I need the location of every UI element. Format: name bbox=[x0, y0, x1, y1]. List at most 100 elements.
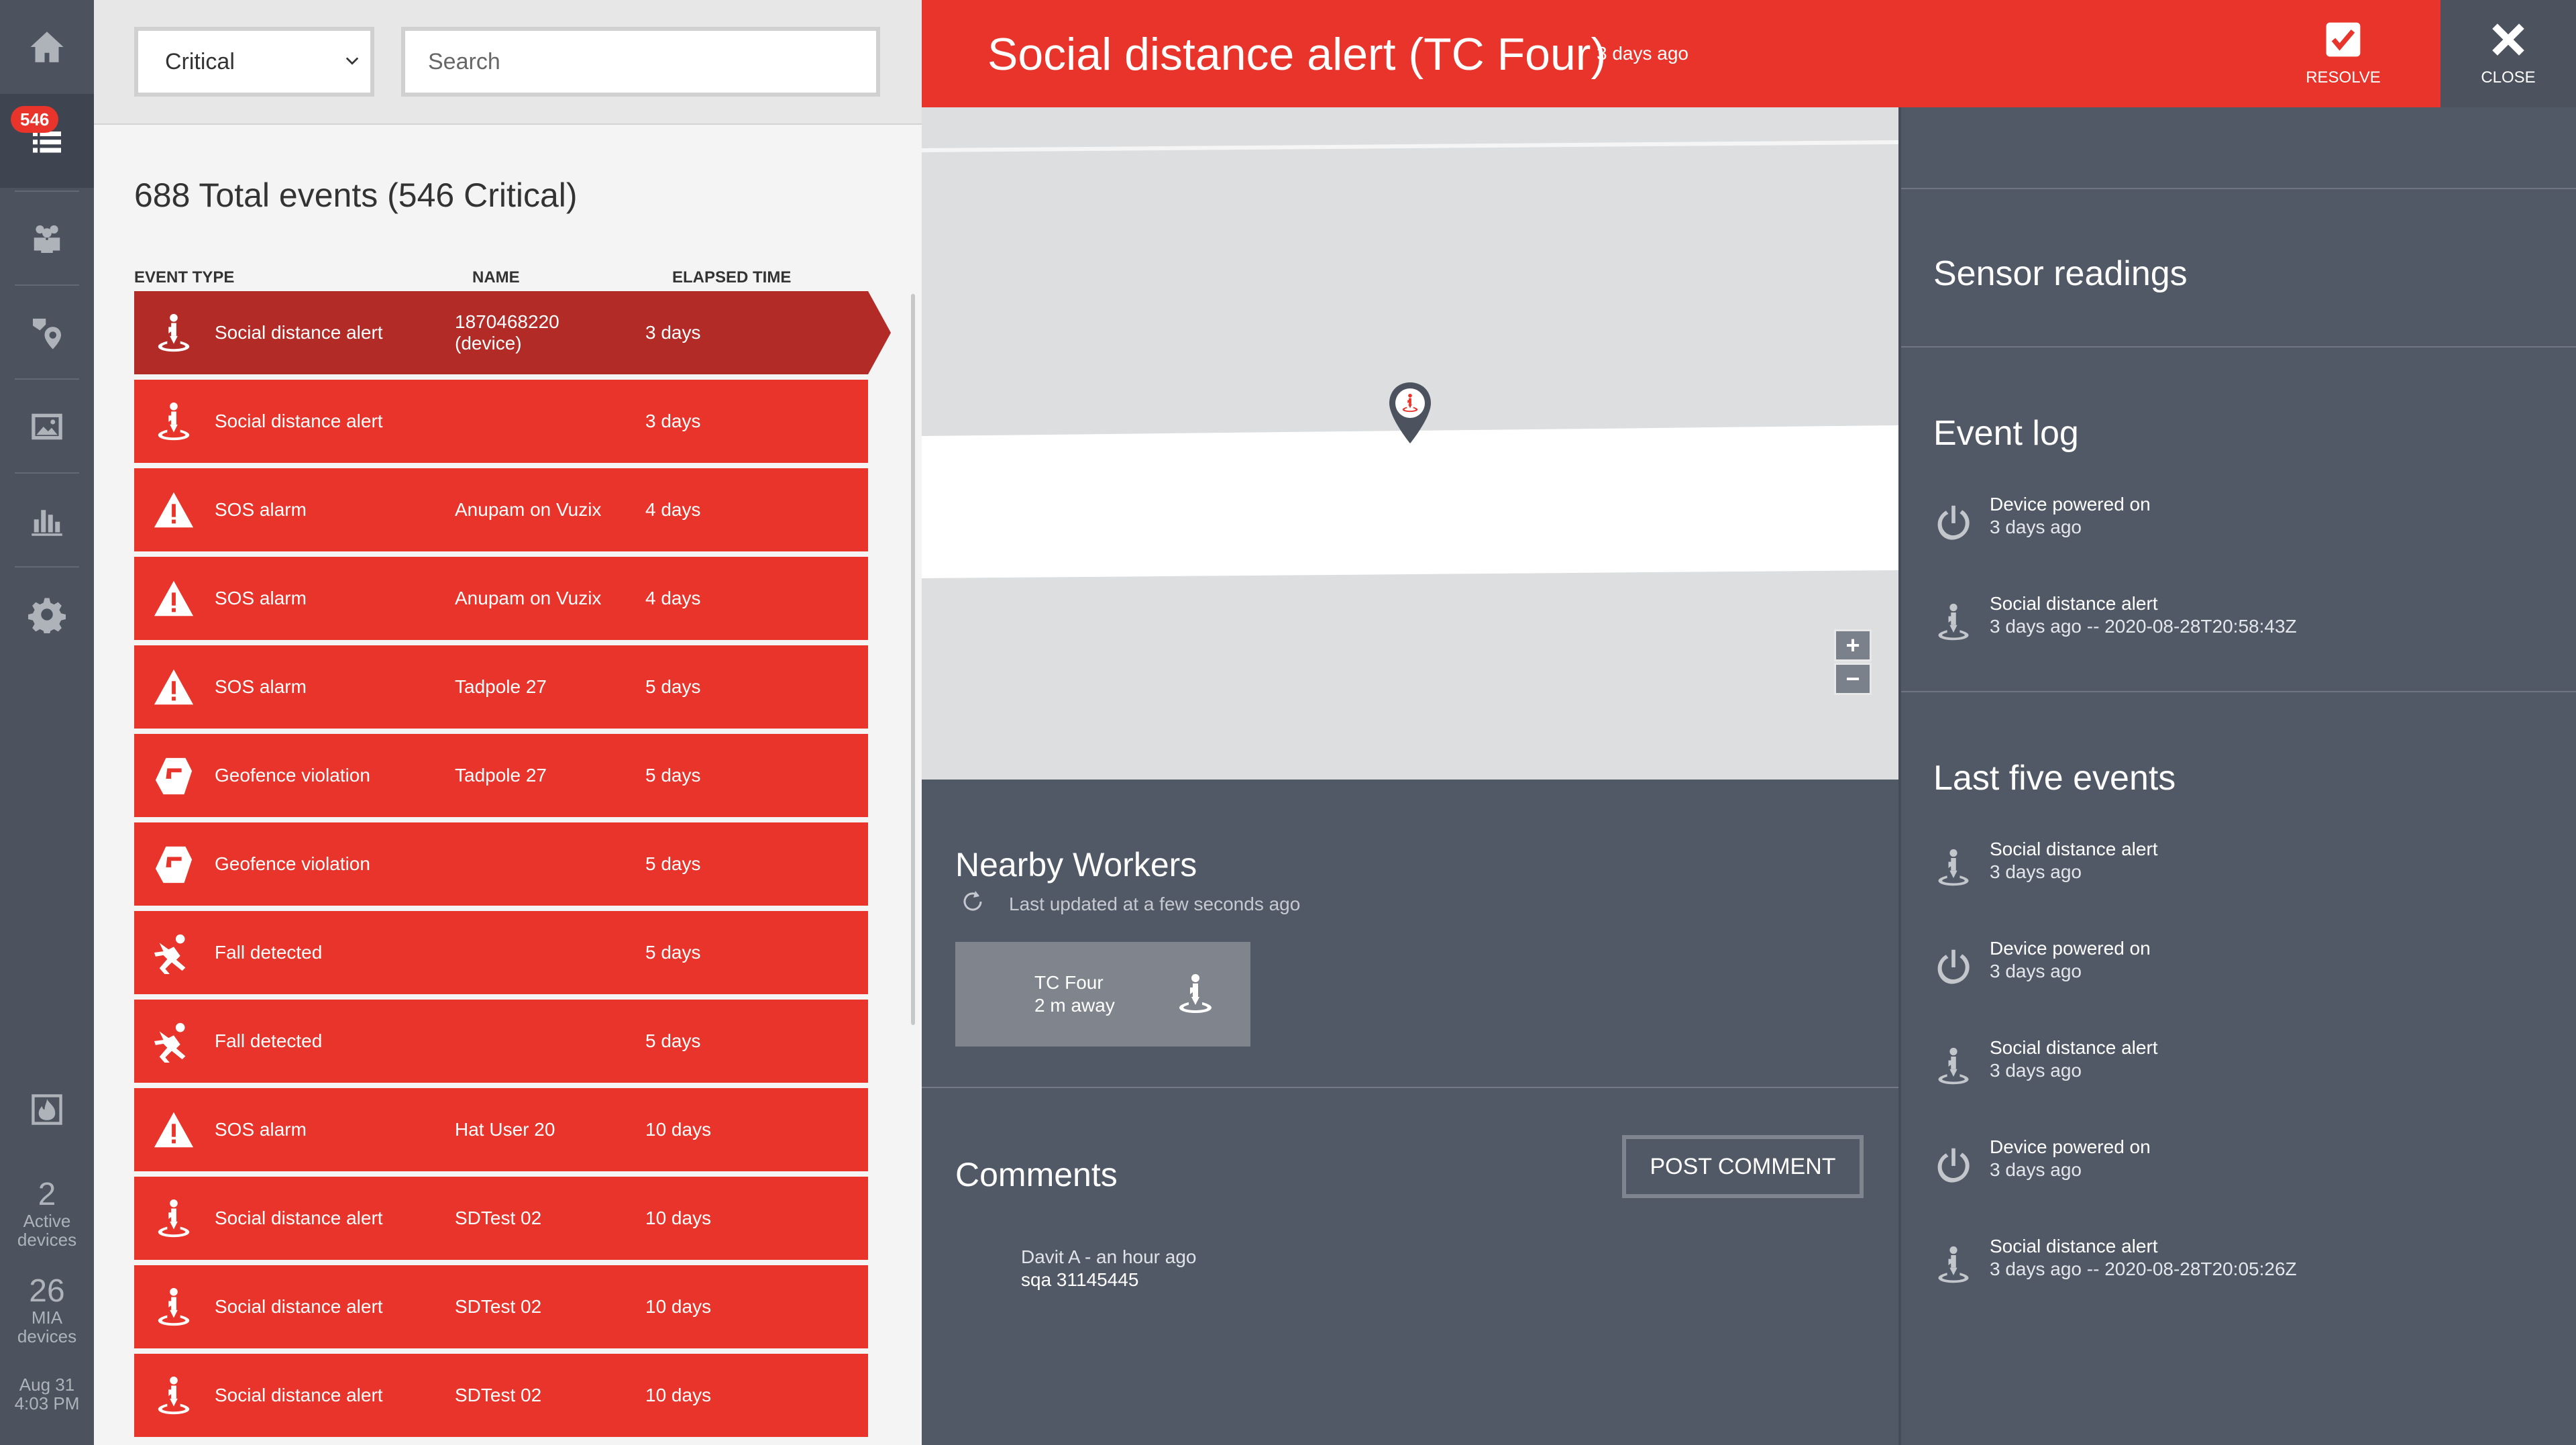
media-nav-button[interactable] bbox=[0, 380, 94, 474]
event-row[interactable]: SOS alarm Anupam on Vuzix 4 days bbox=[134, 468, 868, 551]
comments-section: Comments POST COMMENT Davit A - an hour … bbox=[922, 1088, 1898, 1445]
log-item-title: Device powered on bbox=[1990, 494, 2151, 515]
nearby-worker-info: TC Four 2 m away bbox=[1034, 971, 1115, 1017]
event-row[interactable]: Fall detected 5 days bbox=[134, 1000, 868, 1083]
event-elapsed: 5 days bbox=[645, 765, 701, 786]
event-row[interactable]: Social distance alert 3 days bbox=[134, 380, 868, 463]
comment-text: sqa 31145445 bbox=[1021, 1269, 1139, 1290]
event-type: SOS alarm bbox=[215, 588, 307, 608]
geofence-icon bbox=[153, 755, 195, 797]
post-comment-button[interactable]: POST COMMENT bbox=[1622, 1135, 1864, 1198]
event-elapsed: 3 days bbox=[645, 322, 701, 343]
log-item: Social distance alert 3 days ago -- 2020-… bbox=[1933, 1236, 2564, 1289]
event-row[interactable]: Social distance alert 1870468220 (device)… bbox=[134, 291, 891, 374]
clock: Aug 31 4:03 PM bbox=[0, 1375, 94, 1413]
events-count-badge: 546 bbox=[11, 106, 59, 133]
geofence-nav-button[interactable] bbox=[0, 286, 94, 380]
details-sidebar: Sensor readings Event log Device powered… bbox=[1898, 107, 2576, 1445]
close-button[interactable]: CLOSE bbox=[2440, 0, 2576, 107]
nearby-worker-name: TC Four bbox=[1034, 972, 1104, 993]
social-distance-icon bbox=[153, 1375, 195, 1417]
gear-icon bbox=[28, 598, 66, 633]
nearby-workers-section: Nearby Workers Last updated at a few sec… bbox=[922, 780, 1898, 1088]
nearby-worker-card[interactable]: TC Four 2 m away bbox=[955, 942, 1250, 1047]
log-item-title: Social distance alert bbox=[1990, 1236, 2158, 1256]
log-item: Device powered on 3 days ago bbox=[1933, 494, 2564, 547]
settings-nav-button[interactable] bbox=[0, 568, 94, 661]
event-elapsed: 3 days bbox=[645, 411, 701, 431]
social-distance-icon bbox=[1933, 848, 1974, 888]
events-scrollbar[interactable] bbox=[911, 294, 915, 1025]
home-nav-button[interactable] bbox=[0, 0, 94, 94]
log-item-time: 3 days ago bbox=[1990, 517, 2082, 537]
column-header-elapsed: ELAPSED TIME bbox=[672, 268, 792, 286]
events-total-heading: 688 Total events (546 Critical) bbox=[134, 176, 578, 214]
event-row[interactable]: SOS alarm Hat User 20 10 days bbox=[134, 1088, 868, 1171]
social-distance-icon bbox=[1933, 1047, 1974, 1087]
active-devices-stat[interactable]: 2 Active devices bbox=[0, 1178, 94, 1250]
fire-icon bbox=[32, 1094, 62, 1125]
fire-alert-button[interactable] bbox=[0, 1063, 94, 1157]
power-icon bbox=[1933, 1146, 1974, 1186]
warning-icon bbox=[153, 667, 195, 708]
event-map[interactable]: + − bbox=[922, 107, 1898, 780]
event-row[interactable]: Social distance alert SDTest 02 10 days bbox=[134, 1265, 868, 1348]
event-type: Social distance alert bbox=[215, 322, 383, 343]
fall-icon bbox=[153, 1021, 195, 1063]
resolve-label: RESOLVE bbox=[2306, 68, 2381, 87]
close-icon bbox=[2492, 23, 2524, 56]
event-row[interactable]: Social distance alert SDTest 02 10 days bbox=[134, 1177, 868, 1260]
event-elapsed: 10 days bbox=[645, 1296, 712, 1317]
location-marker-icon[interactable] bbox=[1387, 381, 1434, 445]
events-list: Social distance alert 1870468220 (device)… bbox=[134, 291, 891, 1442]
log-item-time: 3 days ago bbox=[1990, 1159, 2082, 1180]
sensor-readings-title: Sensor readings bbox=[1933, 254, 2188, 293]
alert-header: Social distance alert (TC Four) 3 days a… bbox=[922, 0, 2576, 107]
severity-select[interactable]: Critical bbox=[134, 27, 374, 97]
event-row[interactable]: Geofence violation 5 days bbox=[134, 822, 868, 906]
left-nav-rail: 546 2 Active devices 26 MIA devices Aug … bbox=[0, 0, 94, 1445]
event-type: Social distance alert bbox=[215, 1385, 383, 1405]
event-row[interactable]: Fall detected 5 days bbox=[134, 911, 868, 994]
workers-nav-button[interactable] bbox=[0, 192, 94, 286]
location-tag-icon bbox=[33, 319, 61, 350]
column-header-name: NAME bbox=[472, 268, 520, 286]
mia-devices-count: 26 bbox=[29, 1273, 65, 1309]
mia-devices-stat[interactable]: 26 MIA devices bbox=[0, 1275, 94, 1346]
checkbox-checked-icon bbox=[2326, 22, 2361, 57]
log-item: Social distance alert 3 days ago bbox=[1933, 1037, 2564, 1091]
event-type: Social distance alert bbox=[215, 1208, 383, 1228]
event-elapsed: 10 days bbox=[645, 1385, 712, 1405]
event-elapsed: 4 days bbox=[645, 588, 701, 608]
nearby-last-updated: Last updated at a few seconds ago bbox=[1009, 894, 1301, 914]
geofence-icon bbox=[153, 844, 195, 886]
log-item-time: 3 days ago -- 2020-08-28T20:05:26Z bbox=[1990, 1259, 2297, 1279]
bar-chart-icon bbox=[32, 510, 62, 536]
chevron-down-icon bbox=[345, 57, 359, 65]
event-type: Geofence violation bbox=[215, 765, 370, 786]
event-row[interactable]: SOS alarm Anupam on Vuzix 4 days bbox=[134, 557, 868, 640]
event-name: Anupam on Vuzix bbox=[455, 499, 602, 520]
search-input[interactable] bbox=[401, 27, 880, 97]
log-item-time: 3 days ago -- 2020-08-28T20:58:43Z bbox=[1990, 616, 2297, 637]
zoom-in-button[interactable]: + bbox=[1834, 629, 1872, 661]
zoom-out-button[interactable]: − bbox=[1834, 663, 1872, 695]
event-name: Tadpole 27 bbox=[455, 765, 547, 786]
event-elapsed: 10 days bbox=[645, 1208, 712, 1228]
resolve-button[interactable]: RESOLVE bbox=[2292, 0, 2395, 107]
reports-nav-button[interactable] bbox=[0, 474, 94, 568]
social-distance-icon bbox=[1933, 602, 1974, 643]
event-name: Tadpole 27 bbox=[455, 676, 547, 697]
event-row[interactable]: Geofence violation Tadpole 27 5 days bbox=[134, 734, 868, 817]
event-row[interactable]: SOS alarm Tadpole 27 5 days bbox=[134, 645, 868, 729]
image-icon bbox=[32, 413, 62, 440]
refresh-icon[interactable] bbox=[959, 888, 986, 915]
section-divider bbox=[1901, 346, 2576, 347]
event-name: 1870468220 (device) bbox=[455, 311, 559, 354]
event-type: Social distance alert bbox=[215, 1296, 383, 1317]
last-five-events-title: Last five events bbox=[1933, 759, 2176, 798]
event-row[interactable]: Social distance alert SDTest 02 10 days bbox=[134, 1354, 868, 1437]
social-distance-icon bbox=[153, 1287, 195, 1328]
event-elapsed: 10 days bbox=[645, 1119, 712, 1140]
warning-icon bbox=[153, 1110, 195, 1151]
